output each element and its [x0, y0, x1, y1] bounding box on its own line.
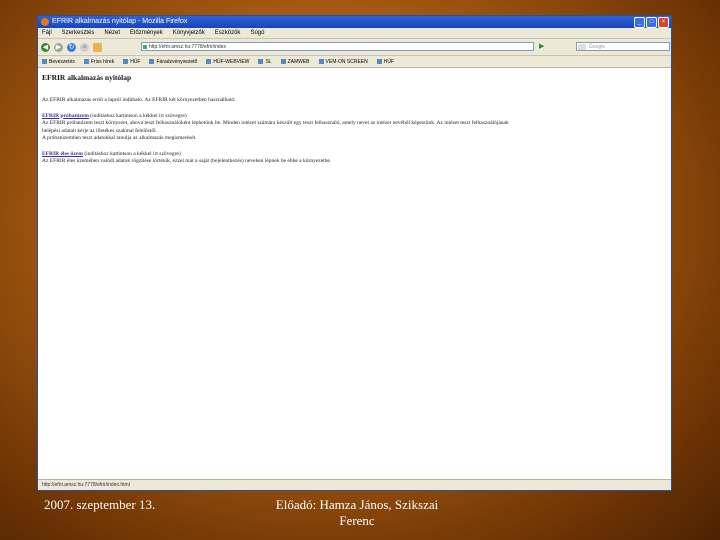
bookmark-icon — [258, 59, 264, 64]
intro-text: Az EFRIR alkalmazás erről a lapról indít… — [42, 97, 236, 103]
search-box[interactable]: Google — [576, 42, 670, 51]
test-env-desc: Az EFRIR próbatúzem teszt környezet, aho… — [42, 120, 509, 126]
test-env-desc-3: A próbatúzemben teszt adatokkal tanulja … — [42, 135, 197, 141]
bookmark-icon — [83, 59, 89, 64]
home-icon[interactable] — [93, 42, 102, 52]
slide-date: 2007. szeptember 13. — [44, 497, 156, 512]
minimize-button[interactable]: _ — [634, 17, 645, 28]
address-url: http://efrir.amsz.hu:7778/efrir/index — [149, 44, 226, 50]
stop-icon[interactable]: × — [80, 42, 89, 52]
menu-tools[interactable]: Eszközök — [215, 28, 241, 38]
search-engine-icon[interactable] — [578, 44, 586, 50]
menu-help[interactable]: Súgó — [250, 28, 264, 38]
title-bar: EFRIR alkalmazás nyitólap - Mozilla Fire… — [38, 16, 671, 28]
test-env-link[interactable]: EFRIR próbatúzem — [42, 113, 89, 119]
prod-env-hint: (indításhoz kattintson a kékkel írt szöv… — [82, 150, 181, 157]
reload-icon[interactable]: ↻ — [67, 42, 76, 52]
bookmark-icon — [123, 59, 129, 64]
bookmark-icon — [376, 59, 382, 64]
test-env-desc-2: belépési adatait kérje az illetékes szak… — [42, 127, 157, 134]
search-placeholder: Google — [589, 44, 606, 50]
menu-edit[interactable]: Szerkesztés — [62, 28, 95, 38]
prod-env-link[interactable]: EFRIR éles üzem — [42, 151, 83, 157]
status-bar: http://efrir.amsz.hu:7778/efrir/index.ht… — [38, 479, 671, 490]
test-env-line: EFRIR próbatúzem (indításhoz kattintson … — [42, 113, 667, 121]
site-favicon-icon — [143, 45, 147, 49]
bookmark-icon — [280, 59, 286, 64]
menu-bar: Fájl Szerkesztés Nézet Előzmények Könyvj… — [38, 28, 671, 39]
close-button[interactable]: × — [658, 17, 669, 28]
window-controls: _ □ × — [634, 17, 669, 28]
maximize-button[interactable]: □ — [646, 17, 657, 28]
back-icon[interactable]: ◀ — [41, 42, 50, 52]
bookmark-item[interactable]: HÚF — [123, 59, 140, 65]
bookmark-item[interactable]: Beveszetés — [42, 59, 75, 65]
window-title: EFRIR alkalmazás nyitólap - Mozilla Fire… — [52, 18, 188, 25]
firefox-icon — [41, 18, 49, 26]
bookmark-item[interactable]: HÚF-WEBVIEW — [206, 59, 249, 65]
slide-author: Előadó: Hamza János, Szikszai Ferenc — [275, 497, 439, 528]
address-bar[interactable]: http://efrir.amsz.hu:7778/efrir/index — [141, 42, 534, 51]
prod-env-desc: Az EFRIR éles üzemében valódi adatok rög… — [42, 158, 332, 164]
prod-env-line: EFRIR éles üzem (indításhoz kattintson a… — [42, 151, 667, 159]
menu-file[interactable]: Fájl — [42, 28, 52, 38]
menu-view[interactable]: Nézet — [104, 28, 120, 38]
bookmark-icon — [149, 59, 155, 64]
browser-window: EFRIR alkalmazás nyitólap - Mozilla Fire… — [37, 15, 672, 491]
forward-icon[interactable]: ▶ — [54, 42, 63, 52]
menu-history[interactable]: Előzmények — [130, 28, 163, 38]
bookmark-item[interactable]: Friss hírek — [83, 59, 114, 65]
bookmark-icon — [206, 59, 212, 64]
bookmark-item[interactable]: HÚF — [376, 59, 394, 65]
test-env-hint: (indításhoz kattintson a kékkel írt szöv… — [88, 112, 187, 119]
go-icon[interactable]: ▶ — [539, 42, 547, 51]
bookmark-item[interactable]: SL — [258, 59, 272, 65]
page-heading: EFRIR alkalmazás nyitólap — [42, 73, 132, 82]
bookmark-item[interactable]: Fáradzvényvezető — [149, 59, 197, 65]
navigation-toolbar: ◀ ▶ ↻ × http://efrir.amsz.hu:7778/efrir/… — [38, 39, 671, 56]
bookmark-item[interactable]: ZAMWEB — [280, 59, 310, 65]
page-content: EFRIR alkalmazás nyitólap Az EFRIR alkal… — [38, 67, 671, 480]
bookmark-icon — [42, 59, 47, 64]
bookmark-item[interactable]: VEM-ON SCREEN — [318, 59, 368, 65]
bookmark-icon — [318, 59, 324, 64]
menu-bookmarks[interactable]: Könyvjelzők — [173, 28, 205, 38]
